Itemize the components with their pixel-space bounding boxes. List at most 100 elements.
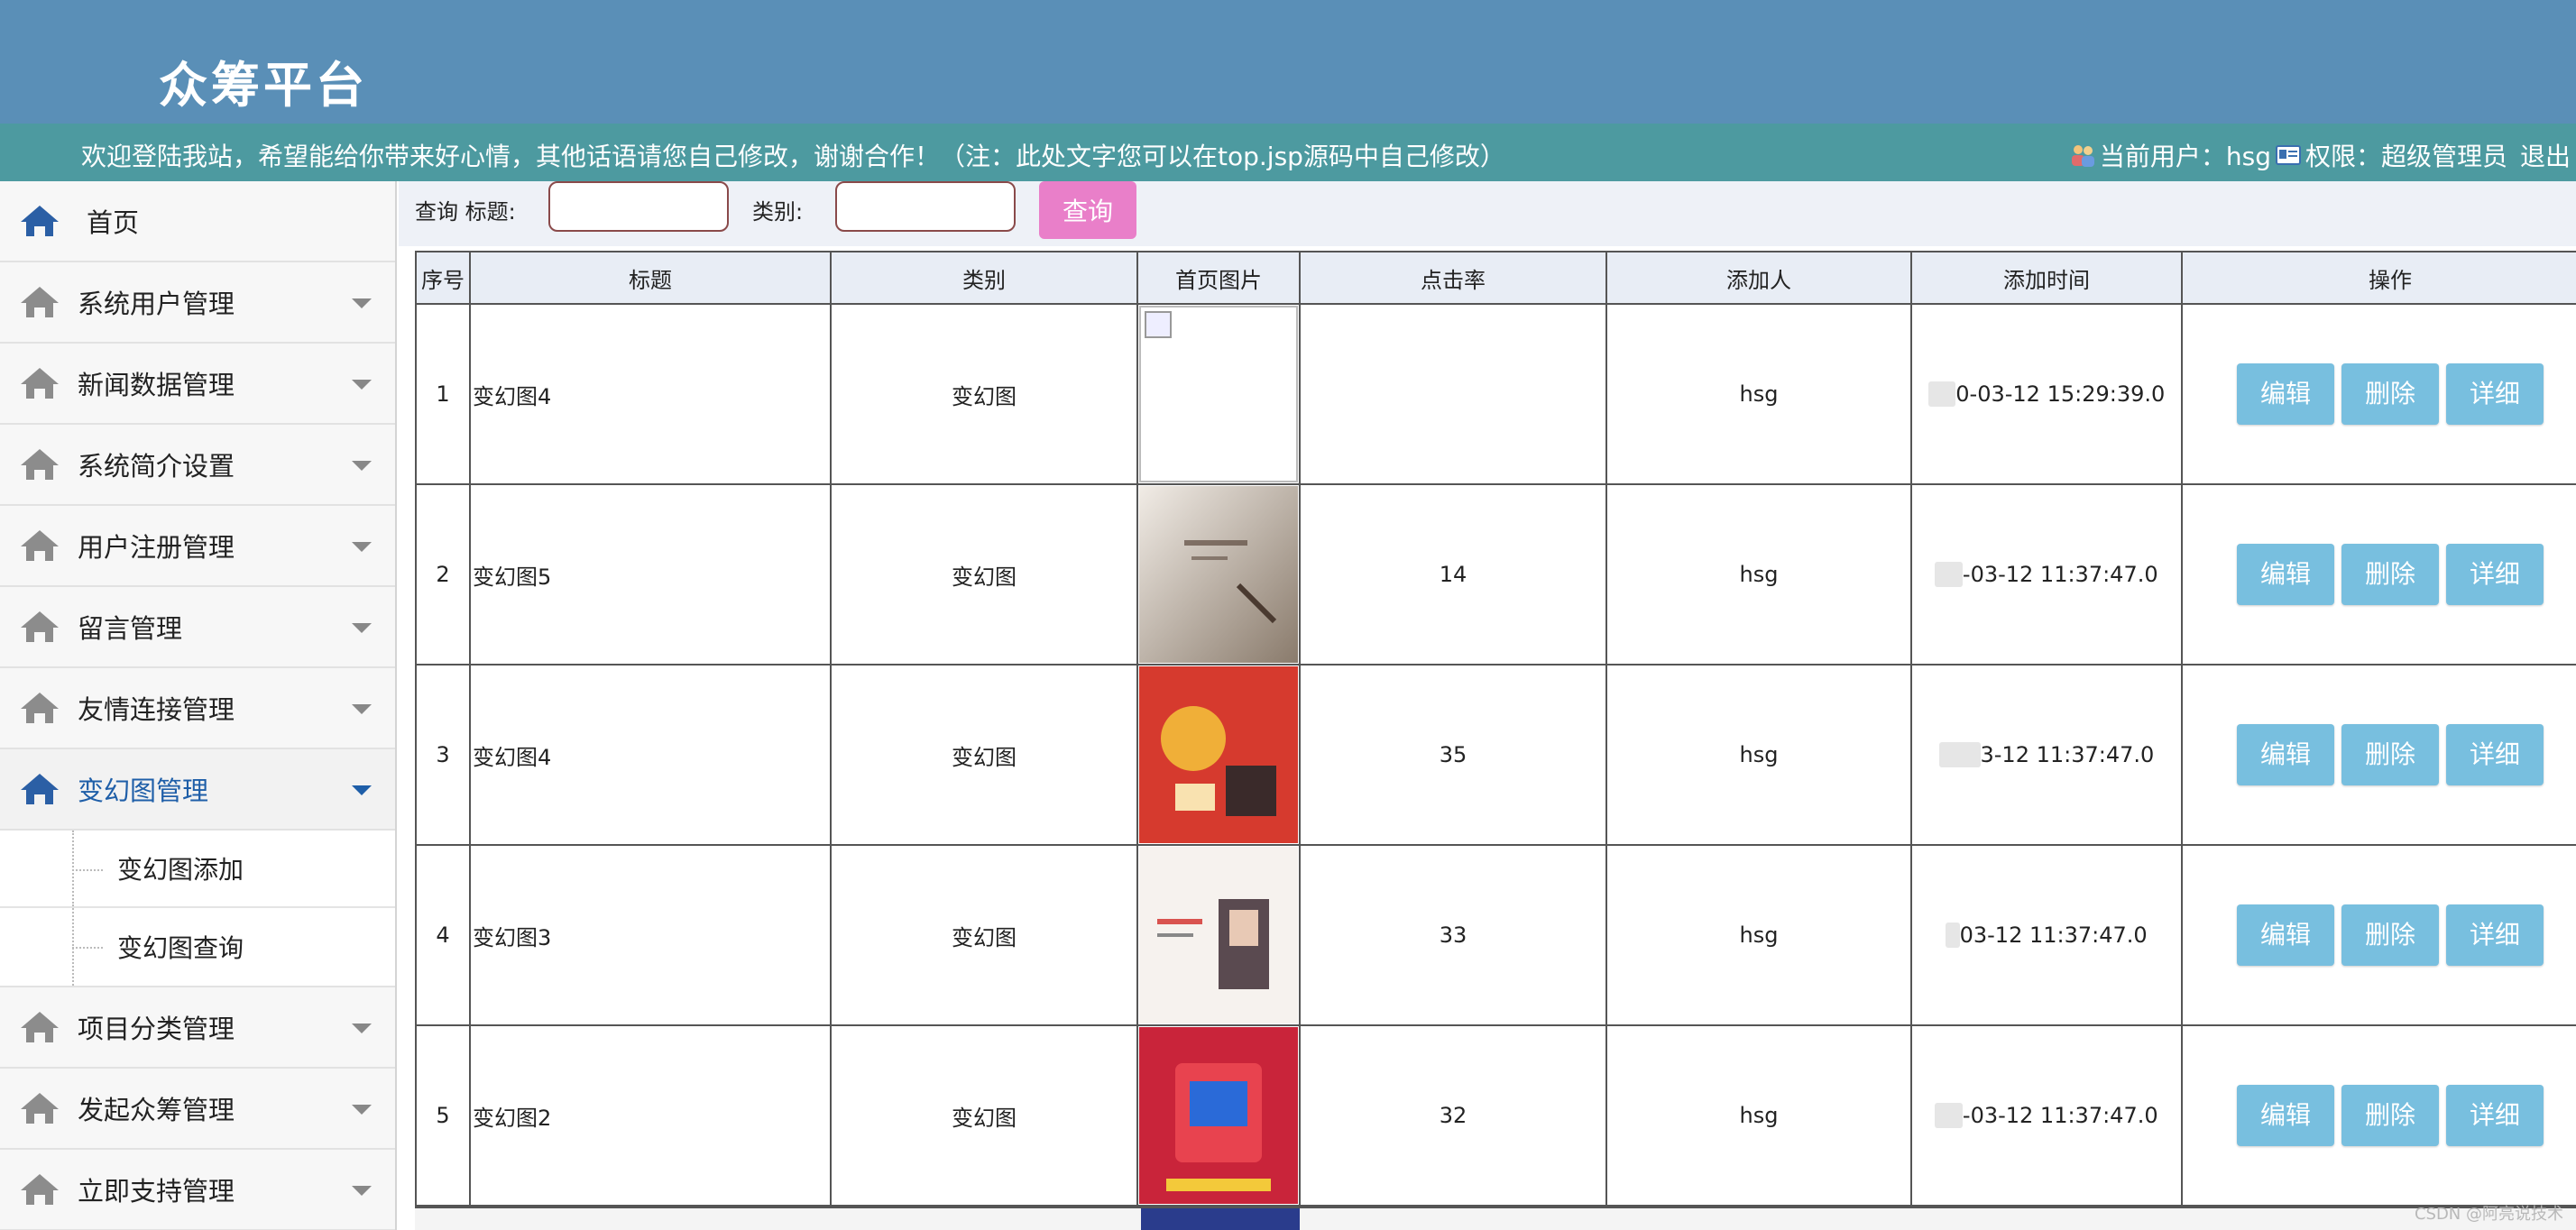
carousel-submenu: 变幻图添加 变幻图查询 [0,831,395,987]
sidebar-item-label: 立即支持管理 [78,1176,235,1207]
column-header: 序号 [415,251,471,305]
row-time-cell: 203-12 11:37:47.0 [1910,844,2183,1026]
table-header-row: 序号 标题 类别 首页图片 点击率 添加人 添加时间 操作 [415,251,2576,305]
carousel-thumbnail [1139,666,1298,843]
row-category: 变幻图 [830,844,1138,1026]
delete-button[interactable]: 删除 [2341,363,2439,425]
row-actions: 编辑 删除 详细 [2181,664,2576,846]
logout-link[interactable]: 退出 [2520,137,2571,173]
column-header: 首页图片 [1136,251,1301,305]
chevron-down-icon [352,542,372,552]
partial-thumbnail [1141,1208,1300,1230]
detail-button[interactable]: 详细 [2446,724,2544,785]
row-actions: 编辑 删除 详细 [2181,1024,2576,1207]
sidebar-item-carousel[interactable]: 变幻图管理 [0,749,395,831]
row-adder: hsg [1605,664,1912,846]
column-header: 标题 [469,251,832,305]
edit-button[interactable]: 编辑 [2237,363,2334,425]
home-icon [21,1093,59,1124]
detail-button[interactable]: 详细 [2446,544,2544,605]
delete-button[interactable]: 删除 [2341,1085,2439,1146]
welcome-bar: 欢迎登陆我站，希望能给你带来好心情，其他话语请您自己修改，谢谢合作！（注：此处文… [0,124,2576,181]
row-title: 变幻图4 [469,664,832,846]
column-header: 类别 [830,251,1138,305]
edit-button[interactable]: 编辑 [2237,1085,2334,1146]
redaction-blur: 20 [1935,1103,1963,1128]
row-actions: 编辑 删除 详细 [2181,483,2576,665]
home-icon [21,774,59,804]
home-icon [21,530,59,561]
chevron-down-icon [352,298,372,308]
row-adder: hsg [1605,303,1912,485]
table-row: 1 变幻图4 变幻图 hsg 200-03-12 15:29:39.0 编辑删除… [415,303,2576,485]
sidebar-item-links[interactable]: 友情连接管理 [0,668,395,749]
tree-branch [72,947,103,949]
home-icon [21,368,59,399]
carousel-thumbnail [1139,1027,1298,1204]
detail-button[interactable]: 详细 [2446,1085,2544,1146]
data-table: 序号 标题 类别 首页图片 点击率 添加人 添加时间 操作 1 变幻图4 变幻图… [415,251,2576,1207]
detail-button[interactable]: 详细 [2446,904,2544,966]
column-header: 添加时间 [1910,251,2183,305]
title-search-input[interactable] [548,181,729,232]
delete-button[interactable]: 删除 [2341,724,2439,785]
row-image-cell [1136,844,1301,1026]
home-icon [21,611,59,642]
edit-button[interactable]: 编辑 [2237,904,2334,966]
detail-button[interactable]: 详细 [2446,363,2544,425]
row-actions: 编辑 删除 详细 [2181,844,2576,1026]
row-actions: 编辑 删除 详细 [2181,303,2576,485]
sidebar-item-project-category[interactable]: 项目分类管理 [0,987,395,1069]
edit-button[interactable]: 编辑 [2237,724,2334,785]
home-icon [21,1174,59,1205]
partial-table-row [415,1207,2576,1230]
category-label: 类别: [752,199,804,225]
redaction-blur: 20 [1927,381,1956,407]
sidebar-item-home[interactable]: 首页 [0,181,395,262]
delete-button[interactable]: 删除 [2341,904,2439,966]
sidebar-item-crowdfunding[interactable]: 发起众筹管理 [0,1069,395,1150]
sidebar-item-label: 首页 [87,207,140,238]
sidebar-subitem-carousel-query[interactable]: 变幻图查询 [0,908,395,986]
row-time: -03-12 11:37:47.0 [1962,1103,2158,1128]
edit-button[interactable]: 编辑 [2237,544,2334,605]
home-icon [21,693,59,723]
row-category: 变幻图 [830,1024,1138,1207]
search-button[interactable]: 查询 [1039,181,1136,239]
row-number: 2 [415,483,471,665]
table-row: 5 变幻图2 变幻图 32 hsg 20-03-12 11:37:4 [415,1024,2576,1207]
chevron-down-icon [352,461,372,471]
sidebar-item-label: 系统简介设置 [78,451,235,482]
category-search-input[interactable] [835,181,1016,232]
current-user-label: 当前用户：hsg [2099,142,2271,171]
chevron-down-icon [352,704,372,714]
tree-line [72,831,74,906]
row-title: 变幻图5 [469,483,832,665]
home-icon [21,287,59,317]
sidebar-item-news[interactable]: 新闻数据管理 [0,344,395,425]
chevron-down-icon [352,785,372,795]
home-icon [21,206,59,236]
role-label: 权限：超级管理员 [2305,142,2507,171]
column-header: 操作 [2181,251,2576,305]
sidebar-item-registration[interactable]: 用户注册管理 [0,506,395,587]
table-row: 3 变幻图4 变幻图 35 hsg 2023-12 11:37:47 [415,664,2576,846]
row-clicks: 33 [1299,844,1607,1026]
sidebar-item-support[interactable]: 立即支持管理 [0,1150,395,1230]
sidebar-item-system-users[interactable]: 系统用户管理 [0,262,395,344]
sidebar-subitem-carousel-add[interactable]: 变幻图添加 [0,831,395,908]
users-icon [2069,142,2096,168]
row-image-cell [1136,664,1301,846]
row-adder: hsg [1605,1024,1912,1207]
row-adder: hsg [1605,483,1912,665]
row-time-cell: 20-03-12 11:37:47.0 [1910,483,2183,665]
sidebar-item-messages[interactable]: 留言管理 [0,587,395,668]
sidebar-item-intro[interactable]: 系统简介设置 [0,425,395,506]
row-category: 变幻图 [830,483,1138,665]
delete-button[interactable]: 删除 [2341,544,2439,605]
row-number: 3 [415,664,471,846]
row-time-cell: 20-03-12 11:37:47.0 [1910,1024,2183,1207]
main-content: 查询 标题: 类别: 查询 序号 标题 类别 首页图片 点击率 添加人 添加时间… [399,181,2576,1230]
carousel-thumbnail [1139,847,1298,1023]
sidebar-item-label: 项目分类管理 [78,1014,235,1044]
